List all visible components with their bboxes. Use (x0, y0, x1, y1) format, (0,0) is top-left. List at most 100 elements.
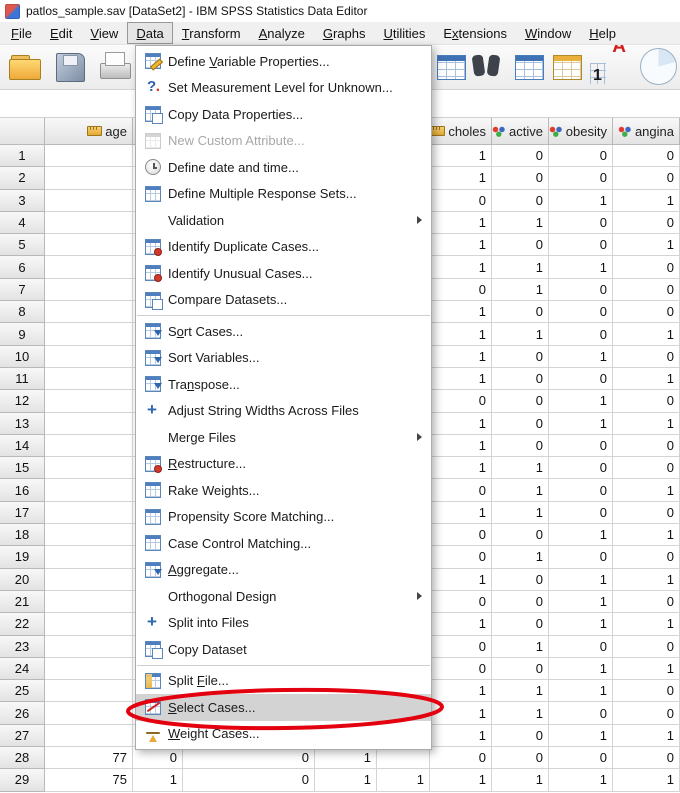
data-cell[interactable]: 1 (549, 569, 613, 591)
data-cell[interactable]: 0 (613, 702, 680, 724)
data-cell[interactable]: 1 (613, 190, 680, 212)
data-cell[interactable]: 0 (613, 457, 680, 479)
data-cell[interactable]: 1 (492, 256, 549, 278)
data-cell[interactable]: 1 (613, 234, 680, 256)
row-number[interactable]: 18 (0, 524, 45, 546)
column-header-obesity[interactable]: obesity (549, 118, 613, 145)
data-cell[interactable]: 0 (549, 546, 613, 568)
insert-variable-button[interactable] (550, 48, 586, 87)
column-header-angina[interactable]: angina (613, 118, 680, 145)
data-cell[interactable]: 1 (430, 613, 492, 635)
menu-item-compare-datasets[interactable]: Compare Datasets... (136, 287, 431, 314)
data-cell[interactable]: 0 (549, 435, 613, 457)
row-number[interactable]: 29 (0, 769, 45, 791)
save-button[interactable] (52, 48, 88, 87)
menu-view[interactable]: View (81, 22, 127, 44)
row-number[interactable]: 3 (0, 190, 45, 212)
data-cell[interactable]: 0 (430, 658, 492, 680)
data-cell[interactable] (377, 747, 430, 769)
data-cell[interactable]: 0 (430, 591, 492, 613)
menu-item-new-custom-attribute[interactable]: New Custom Attribute... (136, 128, 431, 155)
data-cell[interactable]: 1 (613, 524, 680, 546)
data-cell[interactable]: 1 (613, 658, 680, 680)
data-cell[interactable]: 0 (492, 145, 549, 167)
data-cell[interactable] (45, 167, 133, 189)
data-cell[interactable]: 0 (492, 190, 549, 212)
data-cell[interactable]: 0 (492, 368, 549, 390)
row-number[interactable]: 14 (0, 435, 45, 457)
data-cell[interactable]: 1 (613, 413, 680, 435)
menu-graphs[interactable]: Graphs (314, 22, 375, 44)
data-cell[interactable]: 1 (549, 524, 613, 546)
data-cell[interactable]: 1 (549, 725, 613, 747)
data-cell[interactable]: 1 (430, 145, 492, 167)
data-cell[interactable]: 0 (549, 502, 613, 524)
row-number[interactable]: 5 (0, 234, 45, 256)
data-cell[interactable]: 1 (492, 279, 549, 301)
row-number[interactable]: 20 (0, 569, 45, 591)
data-cell[interactable] (45, 256, 133, 278)
menu-item-validation[interactable]: Validation (136, 207, 431, 234)
row-number[interactable]: 24 (0, 658, 45, 680)
data-cell[interactable] (45, 569, 133, 591)
menu-data[interactable]: Data (127, 22, 172, 44)
data-cell[interactable]: 0 (183, 747, 315, 769)
data-cell[interactable]: 0 (549, 479, 613, 501)
data-cell[interactable]: 0 (613, 435, 680, 457)
data-cell[interactable]: 1 (613, 368, 680, 390)
data-cell[interactable]: 1 (549, 346, 613, 368)
data-cell[interactable] (45, 613, 133, 635)
data-cell[interactable]: 0 (549, 279, 613, 301)
menu-item-merge-files[interactable]: Merge Files (136, 424, 431, 451)
data-cell[interactable]: 0 (492, 390, 549, 412)
data-cell[interactable]: 1 (430, 725, 492, 747)
data-cell[interactable]: 1 (492, 212, 549, 234)
data-cell[interactable]: 1 (430, 346, 492, 368)
data-cell[interactable]: 0 (183, 769, 315, 791)
menu-item-sort-cases[interactable]: Sort Cases... (136, 318, 431, 345)
data-cell[interactable]: 0 (549, 747, 613, 769)
data-cell[interactable]: 0 (492, 591, 549, 613)
data-cell[interactable]: 1 (430, 457, 492, 479)
data-cell[interactable]: 0 (492, 658, 549, 680)
open-data-button[interactable] (8, 48, 44, 87)
menu-item-aggregate[interactable]: Aggregate... (136, 557, 431, 584)
data-cell[interactable]: 1 (492, 479, 549, 501)
menu-item-select-cases[interactable]: Select Cases... (136, 694, 431, 721)
data-cell[interactable]: 1 (549, 256, 613, 278)
data-cell[interactable]: 1 (492, 680, 549, 702)
data-cell[interactable] (45, 368, 133, 390)
menu-item-split-into-files[interactable]: Split into Files (136, 610, 431, 637)
row-number[interactable]: 8 (0, 301, 45, 323)
data-cell[interactable]: 1 (430, 435, 492, 457)
data-cell[interactable]: 1 (430, 301, 492, 323)
data-cell[interactable]: 1 (613, 569, 680, 591)
row-number[interactable]: 11 (0, 368, 45, 390)
data-cell[interactable] (45, 390, 133, 412)
data-cell[interactable]: 0 (549, 212, 613, 234)
row-number[interactable]: 15 (0, 457, 45, 479)
data-cell[interactable]: 1 (430, 680, 492, 702)
data-cell[interactable] (45, 435, 133, 457)
find-button[interactable] (468, 48, 504, 87)
data-cell[interactable] (45, 346, 133, 368)
menu-item-adjust-string-widths-across-files[interactable]: Adjust String Widths Across Files (136, 398, 431, 425)
data-cell[interactable] (45, 212, 133, 234)
data-cell[interactable]: 1 (377, 769, 430, 791)
data-cell[interactable]: 1 (613, 769, 680, 791)
data-cell[interactable]: 75 (45, 769, 133, 791)
data-cell[interactable]: 1 (613, 725, 680, 747)
menu-item-case-control-matching[interactable]: Case Control Matching... (136, 530, 431, 557)
data-cell[interactable] (45, 279, 133, 301)
menu-item-sort-variables[interactable]: Sort Variables... (136, 345, 431, 372)
row-number[interactable]: 13 (0, 413, 45, 435)
data-cell[interactable]: 0 (549, 636, 613, 658)
menu-utilities[interactable]: Utilities (374, 22, 434, 44)
row-number[interactable]: 10 (0, 346, 45, 368)
data-cell[interactable]: 1 (430, 256, 492, 278)
data-cell[interactable] (45, 546, 133, 568)
menu-item-define-date-and-time[interactable]: Define date and time... (136, 154, 431, 181)
data-cell[interactable]: 1 (430, 234, 492, 256)
menu-item-restructure[interactable]: Restructure... (136, 451, 431, 478)
data-cell[interactable]: 1 (549, 658, 613, 680)
